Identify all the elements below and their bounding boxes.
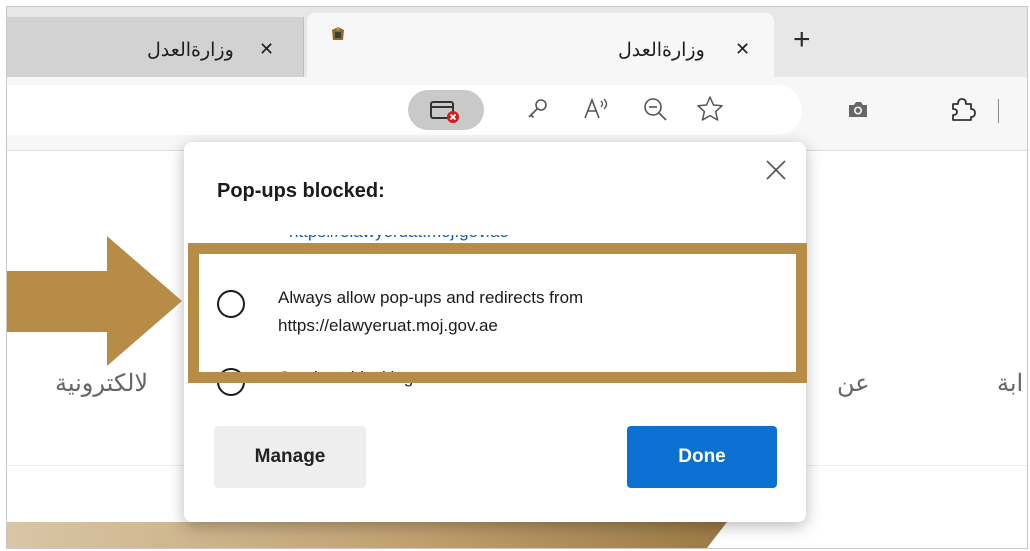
popup-blocked-button[interactable] — [408, 90, 484, 130]
popup-blocked-icon — [430, 101, 459, 123]
zoom-out-icon[interactable] — [640, 94, 670, 124]
close-icon[interactable]: ✕ — [735, 39, 750, 60]
dialog-title: Pop-ups blocked: — [217, 180, 385, 202]
read-aloud-icon[interactable] — [581, 94, 611, 124]
camera-icon[interactable] — [843, 94, 873, 124]
tab-title: وزارةالعدل — [618, 40, 705, 61]
close-icon[interactable] — [762, 156, 790, 184]
manage-button[interactable]: Manage — [214, 426, 366, 488]
browser-window: وزارةالعدل ✕ وزارةالعدل ✕ + لالكترونية ع… — [6, 6, 1028, 549]
tab-active[interactable]: وزارةالعدل ✕ — [307, 13, 774, 77]
favorite-star-icon[interactable] — [695, 94, 725, 124]
key-icon[interactable] — [523, 94, 553, 124]
emblem-favicon-icon — [332, 27, 344, 40]
nav-item[interactable]: ابة — [997, 369, 1023, 398]
decorative-gold-band — [7, 522, 727, 548]
highlight-rectangle — [188, 243, 807, 383]
extensions-icon[interactable] — [947, 94, 977, 124]
tab-title: وزارةالعدل — [147, 40, 234, 61]
toolbar-divider — [998, 99, 999, 123]
tab-strip: وزارةالعدل ✕ وزارةالعدل ✕ + — [7, 7, 1027, 77]
nav-item[interactable]: عن — [837, 369, 870, 398]
done-button[interactable]: Done — [627, 426, 777, 488]
blocked-popup-link-text: https://elawyeruat.moj.gov.ae — [289, 235, 509, 241]
pointer-arrow-icon — [7, 236, 182, 366]
nav-item[interactable]: لالكترونية — [55, 369, 148, 398]
close-icon[interactable]: ✕ — [259, 39, 274, 60]
toolbar — [7, 77, 1027, 151]
address-bar[interactable] — [7, 85, 802, 135]
tab-inactive[interactable]: وزارةالعدل ✕ — [7, 17, 304, 77]
plus-icon[interactable]: + — [793, 25, 811, 55]
